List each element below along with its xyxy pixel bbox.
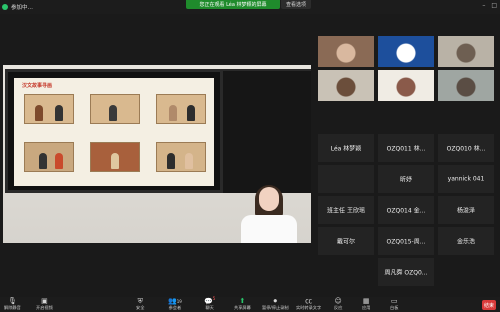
participant-video	[438, 70, 494, 101]
participant-tile[interactable]: 杨浚泽	[438, 196, 494, 224]
comic-panel	[90, 142, 140, 172]
participant-tile[interactable]: OZQ015-周...	[378, 227, 434, 255]
comic-panel	[24, 94, 74, 124]
smiley-icon: ☺	[334, 297, 342, 305]
whiteboard-button[interactable]: ▭ 白板	[390, 298, 398, 311]
participant-tile[interactable]	[318, 70, 374, 101]
participant-video	[378, 70, 434, 101]
participant-name: OZQ014 金...	[386, 207, 426, 215]
slide-title: 汉文故事寻画	[22, 83, 53, 89]
maximize-icon[interactable]: □	[491, 2, 497, 9]
meeting-status-label: 参加中…	[11, 5, 34, 11]
participant-gallery: Léa 林梦颖 OZQ011 林... OZQ010 林... 昕妤 yannick 0…	[314, 36, 500, 286]
share-screen-button[interactable]: ⬆ 共享屏幕	[234, 298, 251, 311]
participant-video	[378, 36, 434, 67]
chat-icon: 💬5	[204, 295, 216, 305]
participant-tile[interactable]	[438, 70, 494, 101]
share-screen-icon: ⬆	[239, 297, 246, 305]
comic-panel	[156, 142, 206, 172]
participant-tile[interactable]: 金乐浩	[438, 227, 494, 255]
end-meeting-button[interactable]: 结束	[482, 300, 496, 310]
participant-tile[interactable]: yannick 041	[438, 165, 494, 193]
view-options-button[interactable]: 查看选项	[281, 0, 311, 9]
pause-share-button[interactable]: ⏺ 暂停/停止录制	[262, 298, 289, 311]
participants-count: 19	[176, 299, 182, 304]
pause-share-label: 暂停/停止录制	[262, 305, 289, 310]
participant-name: 杨浚泽	[456, 207, 475, 215]
participant-tile[interactable]: OZQ011 林...	[378, 134, 434, 162]
window-controls: – □	[482, 2, 497, 9]
cc-icon: ㏄	[305, 297, 313, 305]
meeting-status-icon	[2, 4, 8, 10]
comic-panel	[24, 142, 74, 172]
comic-panel	[90, 94, 140, 124]
participant-name: yannick 041	[447, 175, 485, 183]
reactions-label: 反应	[334, 305, 343, 310]
top-bar: 参加中… 您正在观看 Léa 林梦颖的屏幕 查看选项 – □	[0, 0, 500, 14]
participant-tile[interactable]	[318, 36, 374, 67]
live-transcript-button[interactable]: ㏄实时转录文字	[296, 298, 321, 311]
shield-icon: ⛨	[137, 297, 143, 305]
meeting-status[interactable]: 参加中…	[2, 2, 33, 12]
participant-tile[interactable]: 周凡舜 OZQ0...	[378, 258, 434, 286]
participant-tile[interactable]: 班主任 王欣瑶	[318, 196, 374, 224]
smart-board: 汉文故事寻画	[5, 69, 223, 193]
participant-name: OZQ010 林...	[446, 145, 486, 153]
share-banner: 您正在观看 Léa 林梦颖的屏幕	[186, 0, 280, 9]
teacher	[235, 185, 305, 243]
video-label: 开启视频	[36, 305, 53, 310]
participant-tile[interactable]	[378, 36, 434, 67]
chat-label: 聊天	[205, 305, 214, 310]
record-icon: ⏺	[273, 297, 278, 305]
participants-button[interactable]: 👥19 参会者	[168, 298, 182, 311]
blackboard	[223, 69, 311, 193]
chat-button[interactable]: 💬5 聊天	[204, 295, 215, 311]
apps-label: 应用	[362, 305, 371, 310]
participant-name: 戴可尔	[336, 238, 355, 246]
camera-off-icon: ▣	[41, 297, 48, 305]
participants-label: 参会者	[168, 305, 182, 310]
participant-name: Léa 林梦颖	[330, 145, 362, 153]
participant-name: 金乐浩	[456, 238, 475, 246]
people-icon: 👥19	[168, 297, 182, 305]
whiteboard-label: 白板	[390, 305, 399, 310]
participant-name: OZQ015-周...	[386, 238, 426, 246]
microphone-muted-icon: 🎙	[7, 297, 17, 305]
participant-video	[318, 36, 374, 67]
participant-tile[interactable]: 戴可尔	[318, 227, 374, 255]
participant-name: 周凡舜 OZQ0...	[384, 269, 428, 277]
participant-tile[interactable]	[438, 36, 494, 67]
participant-tile[interactable]	[378, 70, 434, 101]
meeting-toolbar: 🎙 解除静音 ▣ 开启视频 ⛨ 安全 👥19 参会者 💬5 聊天 ⬆ 共享屏幕 ⏺ 暂停/停止…	[0, 295, 500, 312]
participant-tile[interactable]: 昕妤	[378, 165, 434, 193]
security-button[interactable]: ⛨ 安全	[136, 298, 144, 311]
whiteboard-icon: ▭	[390, 297, 398, 305]
security-label: 安全	[136, 305, 145, 310]
participant-tile[interactable]: OZQ014 金...	[378, 196, 434, 224]
video-button[interactable]: ▣ 开启视频	[36, 298, 53, 311]
participant-tile[interactable]: Léa 林梦颖	[318, 134, 374, 162]
share-label: 共享屏幕	[234, 305, 251, 310]
chat-badge: 5	[212, 295, 216, 301]
reactions-button[interactable]: ☺ 反应	[334, 298, 342, 311]
participant-tile[interactable]: OZQ010 林...	[438, 134, 494, 162]
participant-video	[318, 70, 374, 101]
mute-button[interactable]: 🎙 解除静音	[4, 298, 21, 311]
participant-name: OZQ011 林...	[386, 145, 426, 153]
participant-name: 昕妤	[399, 176, 412, 184]
participant-video	[438, 36, 494, 67]
mute-label: 解除静音	[4, 305, 21, 310]
slide: 汉文故事寻画	[14, 78, 214, 186]
apps-grid-icon: ▦	[362, 297, 370, 305]
minimize-icon[interactable]: –	[482, 2, 485, 9]
participant-tile[interactable]	[318, 165, 374, 193]
participant-name: 班主任 王欣瑶	[327, 207, 365, 215]
live-transcript-label: 实时转录文字	[296, 305, 322, 310]
shared-screen: 汉文故事寻画	[3, 65, 311, 243]
apps-button[interactable]: ▦ 应用	[362, 298, 370, 311]
comic-panel	[156, 94, 206, 124]
